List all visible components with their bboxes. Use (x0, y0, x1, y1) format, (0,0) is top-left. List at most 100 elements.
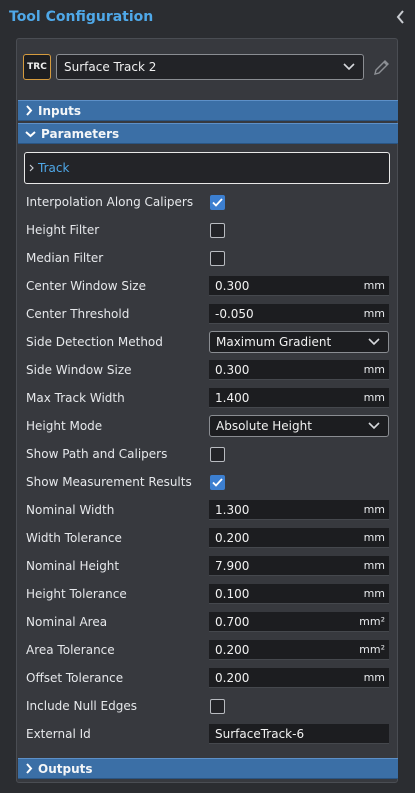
param-side-detection-method: Side Detection Method Maximum Gradient (26, 331, 390, 353)
field-unit: mm (363, 559, 385, 572)
chevron-left-icon (396, 10, 404, 24)
param-label: Nominal Area (26, 615, 108, 629)
field-value: SurfaceTrack-6 (215, 726, 305, 741)
max-track-width-input[interactable]: 1.400 mm (209, 388, 389, 408)
show-measurement-results-checkbox[interactable] (210, 474, 225, 490)
param-height-tolerance: Height Tolerance 0.100 mm (26, 583, 390, 605)
tool-selector-row: TRC Surface Track 2 (23, 53, 393, 81)
param-max-track-width: Max Track Width 1.400 mm (26, 387, 390, 409)
param-label: Offset Tolerance (26, 671, 124, 685)
param-label: Area Tolerance (26, 643, 115, 657)
title-bar: Tool Configuration (0, 0, 415, 34)
chevron-down-icon (368, 422, 380, 430)
section-inputs[interactable]: Inputs (18, 100, 398, 121)
field-value: 0.200 (215, 670, 250, 685)
offset-tolerance-input[interactable]: 0.200 mm (209, 668, 389, 688)
width-tolerance-input[interactable]: 0.200 mm (209, 528, 389, 548)
param-label: Max Track Width (26, 391, 125, 405)
rename-tool-button[interactable] (371, 57, 391, 77)
tool-panel: TRC Surface Track 2 Inputs Parameters Tr… (16, 38, 398, 783)
param-area-tolerance: Area Tolerance 0.200 mm² (26, 639, 390, 661)
chevron-right-icon (26, 763, 33, 774)
param-label: Show Measurement Results (26, 475, 192, 489)
track-label: Track (38, 161, 70, 175)
nominal-height-input[interactable]: 7.900 mm (209, 556, 389, 576)
param-label: Nominal Height (26, 559, 120, 573)
external-id-input[interactable]: SurfaceTrack-6 (209, 724, 389, 744)
field-unit: mm (363, 279, 385, 292)
section-inputs-label: Inputs (38, 103, 82, 118)
nominal-area-input[interactable]: 0.700 mm² (209, 612, 389, 632)
interpolation-checkbox[interactable] (210, 194, 225, 210)
section-outputs[interactable]: Outputs (18, 758, 398, 779)
param-label: Side Detection Method (26, 335, 163, 349)
param-interpolation: Interpolation Along Calipers (26, 191, 390, 213)
select-value: Absolute Height (216, 419, 312, 433)
field-value: 0.300 (215, 278, 250, 293)
panel-title: Tool Configuration (9, 9, 154, 25)
show-path-calipers-checkbox[interactable] (210, 446, 225, 462)
field-value: 1.400 (215, 390, 250, 405)
checkmark-icon (212, 477, 223, 487)
param-center-threshold: Center Threshold -0.050 mm (26, 303, 390, 325)
field-unit: mm (363, 671, 385, 684)
param-show-path-calipers: Show Path and Calipers (26, 443, 390, 465)
area-tolerance-input[interactable]: 0.200 mm² (209, 640, 389, 660)
select-value: Maximum Gradient (216, 335, 332, 349)
chevron-right-icon (29, 164, 34, 172)
field-value: 0.700 (215, 614, 250, 629)
field-unit: mm (363, 587, 385, 600)
field-value: -0.050 (215, 306, 254, 321)
param-nominal-area: Nominal Area 0.700 mm² (26, 611, 390, 633)
field-unit: mm (363, 391, 385, 404)
field-unit: mm (363, 503, 385, 516)
tool-type-badge: TRC (23, 54, 51, 80)
height-tolerance-input[interactable]: 0.100 mm (209, 584, 389, 604)
param-include-null-edges: Include Null Edges (26, 695, 390, 717)
param-nominal-width: Nominal Width 1.300 mm (26, 499, 390, 521)
tool-select-value: Surface Track 2 (64, 60, 157, 74)
param-label: Include Null Edges (26, 699, 138, 713)
nominal-width-input[interactable]: 1.300 mm (209, 500, 389, 520)
section-parameters-label: Parameters (41, 126, 120, 141)
chevron-down-icon (343, 63, 355, 71)
tool-select-dropdown[interactable]: Surface Track 2 (56, 54, 364, 80)
param-label: Show Path and Calipers (26, 447, 168, 461)
chevron-down-icon (25, 130, 36, 137)
median-filter-checkbox[interactable] (210, 250, 225, 266)
param-label: Side Window Size (26, 363, 132, 377)
param-label: Center Threshold (26, 307, 130, 321)
param-label: Center Window Size (26, 279, 146, 293)
param-label: External Id (26, 727, 91, 741)
include-null-edges-checkbox[interactable] (210, 698, 225, 714)
chevron-down-icon (368, 338, 380, 346)
side-detection-method-select[interactable]: Maximum Gradient (209, 331, 389, 353)
param-height-mode: Height Mode Absolute Height (26, 415, 390, 437)
height-mode-select[interactable]: Absolute Height (209, 415, 389, 437)
param-external-id: External Id SurfaceTrack-6 (26, 723, 390, 745)
param-side-window-size: Side Window Size 0.300 mm (26, 359, 390, 381)
collapse-panel-button[interactable] (393, 9, 407, 25)
center-window-size-input[interactable]: 0.300 mm (209, 276, 389, 296)
height-filter-checkbox[interactable] (210, 222, 225, 238)
center-threshold-input[interactable]: -0.050 mm (209, 304, 389, 324)
field-value: 1.300 (215, 502, 250, 517)
section-parameters[interactable]: Parameters (18, 123, 398, 144)
param-median-filter: Median Filter (26, 247, 390, 269)
field-unit: mm (363, 363, 385, 376)
param-label: Width Tolerance (26, 531, 122, 545)
param-label: Median Filter (26, 251, 104, 265)
chevron-right-icon (26, 105, 33, 116)
param-show-measurement-results: Show Measurement Results (26, 471, 390, 493)
param-label: Height Filter (26, 223, 100, 237)
field-value: 0.300 (215, 362, 250, 377)
param-height-filter: Height Filter (26, 219, 390, 241)
section-outputs-label: Outputs (38, 761, 93, 776)
field-value: 0.100 (215, 586, 250, 601)
field-value: 7.900 (215, 558, 250, 573)
side-window-size-input[interactable]: 0.300 mm (209, 360, 389, 380)
field-unit: mm (363, 531, 385, 544)
param-label: Height Tolerance (26, 587, 127, 601)
track-region[interactable]: Track (24, 152, 390, 184)
param-nominal-height: Nominal Height 7.900 mm (26, 555, 390, 577)
